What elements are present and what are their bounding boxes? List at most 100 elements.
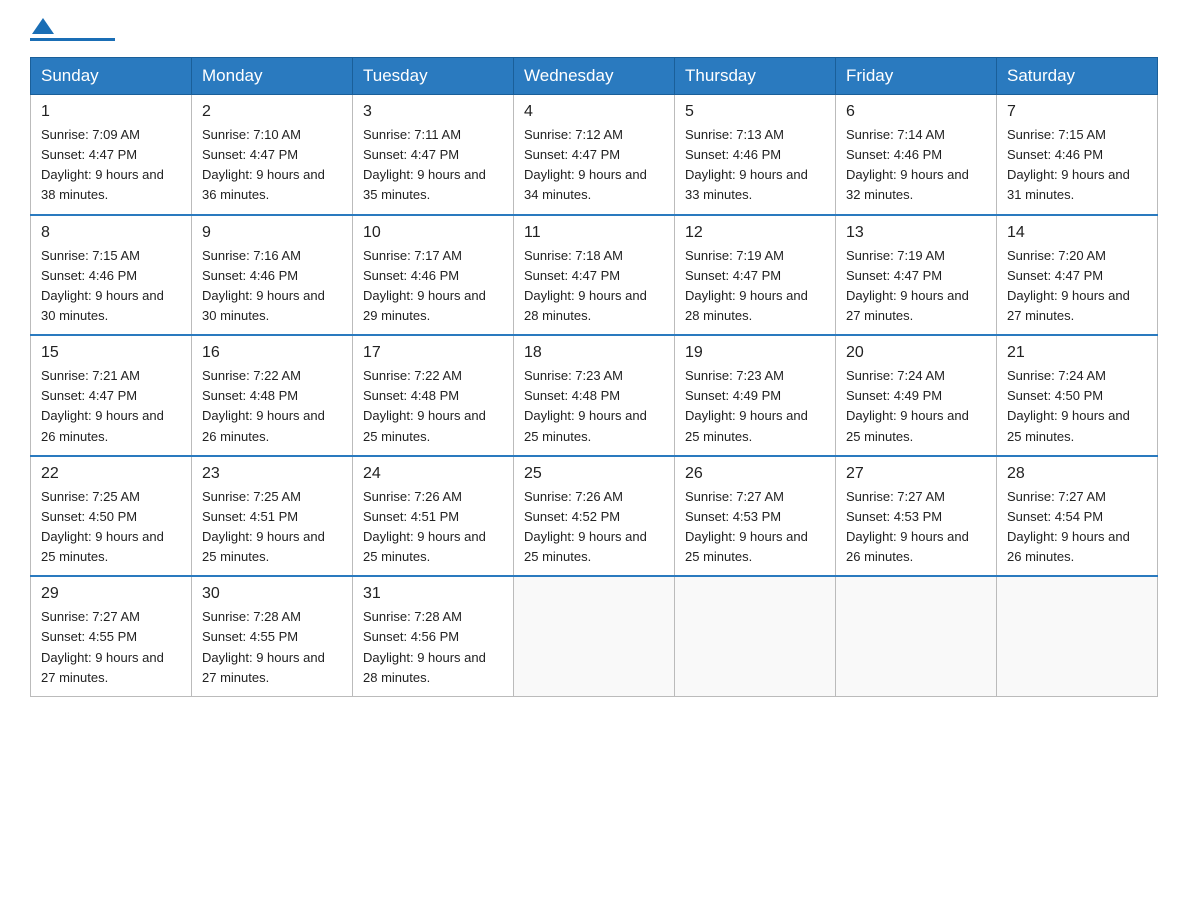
day-info: Sunrise: 7:23 AM Sunset: 4:49 PM Dayligh… — [685, 366, 825, 447]
day-info: Sunrise: 7:24 AM Sunset: 4:50 PM Dayligh… — [1007, 366, 1147, 447]
day-info: Sunrise: 7:28 AM Sunset: 4:55 PM Dayligh… — [202, 607, 342, 688]
calendar-cell: 16 Sunrise: 7:22 AM Sunset: 4:48 PM Dayl… — [192, 335, 353, 456]
column-header-monday: Monday — [192, 58, 353, 95]
calendar-week-row: 15 Sunrise: 7:21 AM Sunset: 4:47 PM Dayl… — [31, 335, 1158, 456]
day-info: Sunrise: 7:23 AM Sunset: 4:48 PM Dayligh… — [524, 366, 664, 447]
column-header-wednesday: Wednesday — [514, 58, 675, 95]
day-info: Sunrise: 7:22 AM Sunset: 4:48 PM Dayligh… — [363, 366, 503, 447]
day-info: Sunrise: 7:19 AM Sunset: 4:47 PM Dayligh… — [846, 246, 986, 327]
day-number: 11 — [524, 224, 664, 242]
calendar-cell — [514, 576, 675, 696]
page-header — [30, 20, 1158, 41]
day-number: 24 — [363, 465, 503, 483]
day-info: Sunrise: 7:21 AM Sunset: 4:47 PM Dayligh… — [41, 366, 181, 447]
column-header-tuesday: Tuesday — [353, 58, 514, 95]
day-info: Sunrise: 7:20 AM Sunset: 4:47 PM Dayligh… — [1007, 246, 1147, 327]
day-info: Sunrise: 7:19 AM Sunset: 4:47 PM Dayligh… — [685, 246, 825, 327]
day-info: Sunrise: 7:26 AM Sunset: 4:51 PM Dayligh… — [363, 487, 503, 568]
day-number: 29 — [41, 585, 181, 603]
calendar-cell: 26 Sunrise: 7:27 AM Sunset: 4:53 PM Dayl… — [675, 456, 836, 577]
day-info: Sunrise: 7:10 AM Sunset: 4:47 PM Dayligh… — [202, 125, 342, 206]
calendar-cell: 27 Sunrise: 7:27 AM Sunset: 4:53 PM Dayl… — [836, 456, 997, 577]
calendar-cell: 17 Sunrise: 7:22 AM Sunset: 4:48 PM Dayl… — [353, 335, 514, 456]
calendar-cell: 30 Sunrise: 7:28 AM Sunset: 4:55 PM Dayl… — [192, 576, 353, 696]
day-info: Sunrise: 7:25 AM Sunset: 4:51 PM Dayligh… — [202, 487, 342, 568]
calendar-cell: 22 Sunrise: 7:25 AM Sunset: 4:50 PM Dayl… — [31, 456, 192, 577]
day-info: Sunrise: 7:27 AM Sunset: 4:55 PM Dayligh… — [41, 607, 181, 688]
calendar-cell: 7 Sunrise: 7:15 AM Sunset: 4:46 PM Dayli… — [997, 95, 1158, 215]
day-number: 30 — [202, 585, 342, 603]
day-number: 28 — [1007, 465, 1147, 483]
column-header-sunday: Sunday — [31, 58, 192, 95]
day-number: 17 — [363, 344, 503, 362]
day-number: 3 — [363, 103, 503, 121]
day-number: 16 — [202, 344, 342, 362]
day-number: 4 — [524, 103, 664, 121]
calendar-cell — [836, 576, 997, 696]
calendar-cell: 8 Sunrise: 7:15 AM Sunset: 4:46 PM Dayli… — [31, 215, 192, 336]
day-info: Sunrise: 7:25 AM Sunset: 4:50 PM Dayligh… — [41, 487, 181, 568]
column-header-thursday: Thursday — [675, 58, 836, 95]
calendar-cell: 20 Sunrise: 7:24 AM Sunset: 4:49 PM Dayl… — [836, 335, 997, 456]
calendar-cell: 14 Sunrise: 7:20 AM Sunset: 4:47 PM Dayl… — [997, 215, 1158, 336]
day-info: Sunrise: 7:27 AM Sunset: 4:53 PM Dayligh… — [846, 487, 986, 568]
day-number: 25 — [524, 465, 664, 483]
day-info: Sunrise: 7:16 AM Sunset: 4:46 PM Dayligh… — [202, 246, 342, 327]
calendar-cell: 3 Sunrise: 7:11 AM Sunset: 4:47 PM Dayli… — [353, 95, 514, 215]
calendar-cell: 10 Sunrise: 7:17 AM Sunset: 4:46 PM Dayl… — [353, 215, 514, 336]
calendar-cell: 15 Sunrise: 7:21 AM Sunset: 4:47 PM Dayl… — [31, 335, 192, 456]
calendar-cell: 2 Sunrise: 7:10 AM Sunset: 4:47 PM Dayli… — [192, 95, 353, 215]
day-info: Sunrise: 7:15 AM Sunset: 4:46 PM Dayligh… — [41, 246, 181, 327]
day-number: 10 — [363, 224, 503, 242]
day-number: 12 — [685, 224, 825, 242]
calendar-cell: 1 Sunrise: 7:09 AM Sunset: 4:47 PM Dayli… — [31, 95, 192, 215]
calendar-cell: 13 Sunrise: 7:19 AM Sunset: 4:47 PM Dayl… — [836, 215, 997, 336]
day-number: 22 — [41, 465, 181, 483]
calendar-cell: 29 Sunrise: 7:27 AM Sunset: 4:55 PM Dayl… — [31, 576, 192, 696]
calendar-cell: 12 Sunrise: 7:19 AM Sunset: 4:47 PM Dayl… — [675, 215, 836, 336]
day-info: Sunrise: 7:22 AM Sunset: 4:48 PM Dayligh… — [202, 366, 342, 447]
day-number: 6 — [846, 103, 986, 121]
day-number: 2 — [202, 103, 342, 121]
day-number: 23 — [202, 465, 342, 483]
day-info: Sunrise: 7:13 AM Sunset: 4:46 PM Dayligh… — [685, 125, 825, 206]
calendar-cell: 28 Sunrise: 7:27 AM Sunset: 4:54 PM Dayl… — [997, 456, 1158, 577]
day-number: 7 — [1007, 103, 1147, 121]
calendar-cell: 23 Sunrise: 7:25 AM Sunset: 4:51 PM Dayl… — [192, 456, 353, 577]
day-number: 26 — [685, 465, 825, 483]
calendar-table: SundayMondayTuesdayWednesdayThursdayFrid… — [30, 57, 1158, 697]
calendar-cell — [997, 576, 1158, 696]
day-info: Sunrise: 7:27 AM Sunset: 4:54 PM Dayligh… — [1007, 487, 1147, 568]
day-number: 1 — [41, 103, 181, 121]
day-number: 20 — [846, 344, 986, 362]
day-info: Sunrise: 7:27 AM Sunset: 4:53 PM Dayligh… — [685, 487, 825, 568]
day-info: Sunrise: 7:15 AM Sunset: 4:46 PM Dayligh… — [1007, 125, 1147, 206]
calendar-cell: 11 Sunrise: 7:18 AM Sunset: 4:47 PM Dayl… — [514, 215, 675, 336]
calendar-cell: 5 Sunrise: 7:13 AM Sunset: 4:46 PM Dayli… — [675, 95, 836, 215]
calendar-header-row: SundayMondayTuesdayWednesdayThursdayFrid… — [31, 58, 1158, 95]
calendar-week-row: 22 Sunrise: 7:25 AM Sunset: 4:50 PM Dayl… — [31, 456, 1158, 577]
calendar-cell: 18 Sunrise: 7:23 AM Sunset: 4:48 PM Dayl… — [514, 335, 675, 456]
day-info: Sunrise: 7:12 AM Sunset: 4:47 PM Dayligh… — [524, 125, 664, 206]
calendar-cell — [675, 576, 836, 696]
day-info: Sunrise: 7:18 AM Sunset: 4:47 PM Dayligh… — [524, 246, 664, 327]
day-number: 14 — [1007, 224, 1147, 242]
calendar-cell: 31 Sunrise: 7:28 AM Sunset: 4:56 PM Dayl… — [353, 576, 514, 696]
day-info: Sunrise: 7:09 AM Sunset: 4:47 PM Dayligh… — [41, 125, 181, 206]
calendar-cell: 6 Sunrise: 7:14 AM Sunset: 4:46 PM Dayli… — [836, 95, 997, 215]
calendar-cell: 4 Sunrise: 7:12 AM Sunset: 4:47 PM Dayli… — [514, 95, 675, 215]
day-info: Sunrise: 7:14 AM Sunset: 4:46 PM Dayligh… — [846, 125, 986, 206]
day-info: Sunrise: 7:26 AM Sunset: 4:52 PM Dayligh… — [524, 487, 664, 568]
day-number: 8 — [41, 224, 181, 242]
calendar-week-row: 8 Sunrise: 7:15 AM Sunset: 4:46 PM Dayli… — [31, 215, 1158, 336]
logo — [30, 20, 115, 41]
column-header-saturday: Saturday — [997, 58, 1158, 95]
logo-triangle-icon — [32, 18, 54, 34]
day-info: Sunrise: 7:17 AM Sunset: 4:46 PM Dayligh… — [363, 246, 503, 327]
logo-underline — [30, 38, 115, 41]
day-info: Sunrise: 7:28 AM Sunset: 4:56 PM Dayligh… — [363, 607, 503, 688]
day-info: Sunrise: 7:11 AM Sunset: 4:47 PM Dayligh… — [363, 125, 503, 206]
day-number: 9 — [202, 224, 342, 242]
day-number: 15 — [41, 344, 181, 362]
calendar-cell: 24 Sunrise: 7:26 AM Sunset: 4:51 PM Dayl… — [353, 456, 514, 577]
